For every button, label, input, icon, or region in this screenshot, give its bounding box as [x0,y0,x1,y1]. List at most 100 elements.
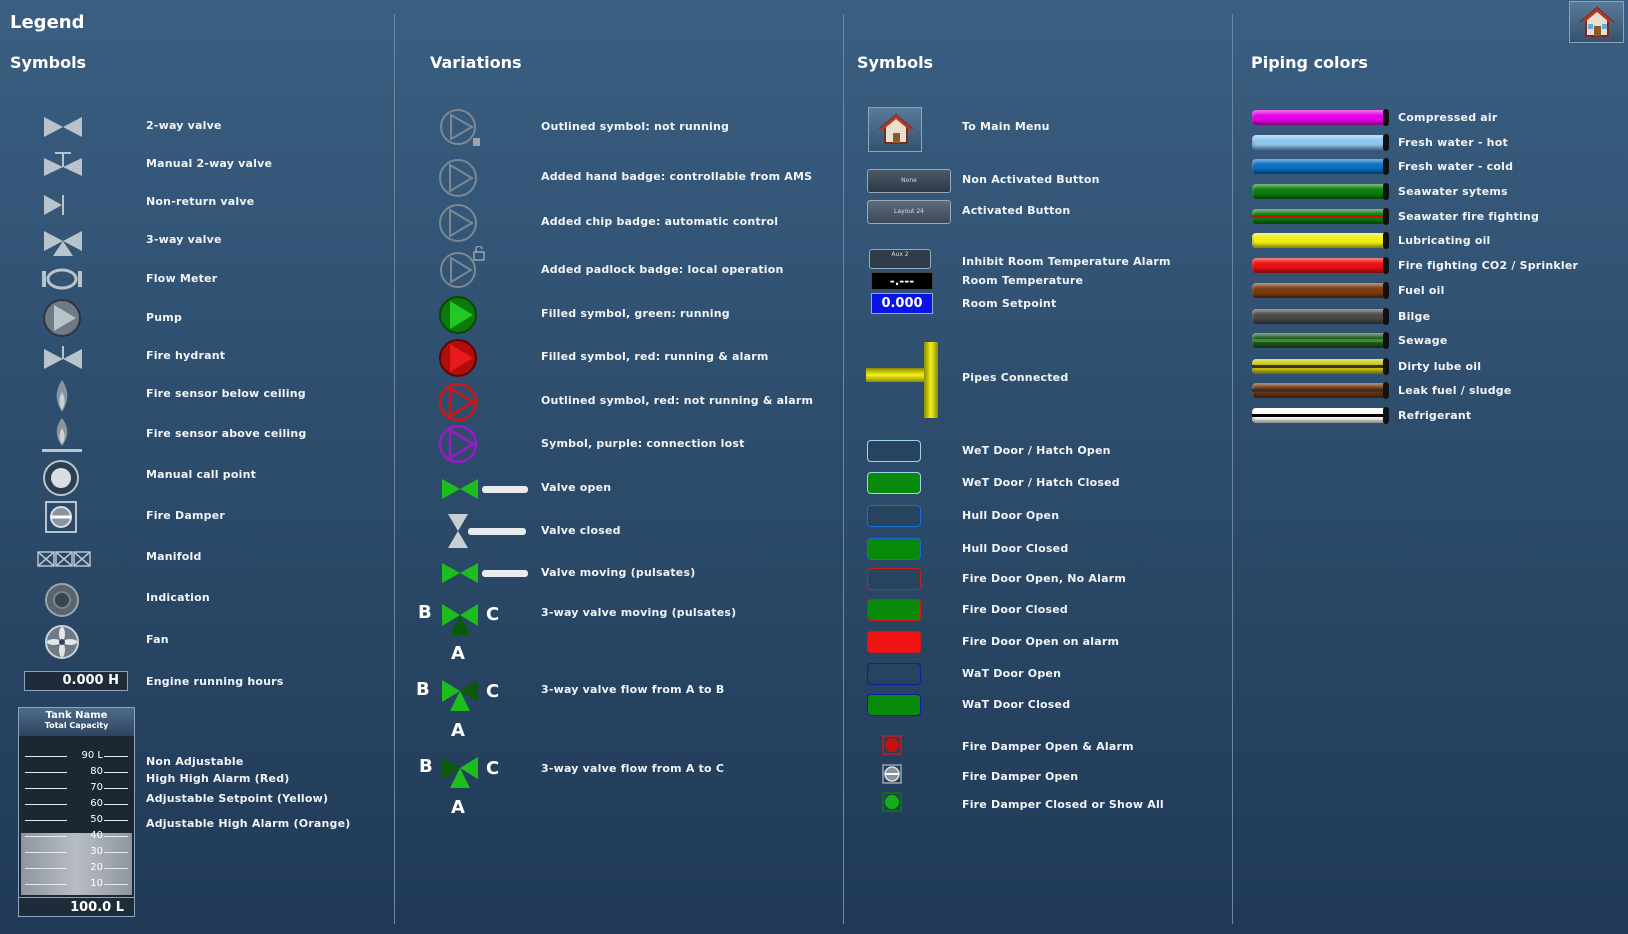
pipe-stripe [1252,365,1386,368]
legend-label: Filled symbol, red: running & alarm [541,350,769,363]
tank-tick-line [104,820,128,821]
tank-tick-line [25,804,67,805]
fire-damper-closed-icon [882,792,902,812]
hull-door-open-swatch [867,505,921,527]
pipe-swatch [1252,282,1389,299]
pump-alarm-red-icon [439,339,477,377]
legend-label: 3-way valve [146,233,222,246]
pump-red-outlined-icon [438,382,478,422]
fire-damper-alarm-icon [882,735,902,755]
tank-value: 100.0 L [19,897,134,916]
legend-label: Filled symbol, green: running [541,307,730,320]
pipe-end-cap [1383,358,1389,375]
activated-button[interactable]: Layout 24 [867,200,951,224]
legend-label: Pipes Connected [962,371,1069,384]
pipe-swatch [1252,407,1389,424]
pipe-stripe [1252,215,1386,218]
pipe-swatch [1252,158,1389,175]
page-title: Legend [10,12,85,33]
tank-tick-line [104,836,128,837]
fire-door-open-swatch [867,568,921,590]
three-way-valve-a-to-c-icon [442,757,478,788]
fire-hydrant-icon [44,346,82,369]
port-a-label: A [451,797,465,818]
inhibit-alarm-button[interactable]: Aux 2 [869,249,931,269]
tank-label: Adjustable Setpoint (Yellow) [146,792,329,805]
pipe-end-cap [1383,109,1389,126]
legend-label: Activated Button [962,204,1071,217]
wet-door-closed-swatch [867,472,921,494]
pipe-end-cap [1383,232,1389,249]
legend-label: Fire Damper Open [962,770,1079,783]
pump-outlined-icon [440,109,480,146]
pipe-swatch [1252,332,1389,349]
tank-label: High High Alarm (Red) [146,772,290,785]
pipe-swatch [1252,232,1389,249]
valve-closed-icon [448,514,526,548]
tank-label: Adjustable High Alarm (Orange) [146,817,351,830]
legend-label: Manual 2-way valve [146,157,273,170]
legend-label: Symbol, purple: connection lost [541,437,745,450]
legend-label: Non Activated Button [962,173,1100,186]
pipe-stripe [1252,414,1386,417]
fire-damper-icon [45,501,77,533]
tank-tick-line [25,868,67,869]
home-button[interactable] [1569,1,1624,43]
tank-tick-line [25,852,67,853]
pipe-end-cap [1383,183,1389,200]
legend-label: Engine running hours [146,675,284,688]
pipe-swatch [1252,208,1389,225]
pipes-connected-icon [866,342,938,418]
pipe-swatch [1252,257,1389,274]
symbols-header: Symbols [10,53,87,72]
fire-damper-open-icon [882,764,902,784]
tank-tick-line [25,836,67,837]
three-way-valve-a-to-b-icon [442,680,478,711]
tank-tick-label: 70 [90,782,103,793]
legend-label: Room Temperature [962,274,1084,287]
wet-door-open-swatch [867,440,921,462]
legend-label: Hull Door Open [962,509,1060,522]
tank-header: Tank Name Total Capacity [19,708,134,736]
legend-label: Inhibit Room Temperature Alarm [962,255,1171,268]
manual-two-way-valve-icon [44,152,82,176]
tank-tick-label: 80 [90,766,103,777]
tank-tick-label: 60 [90,798,103,809]
pipe-label: Fire fighting CO2 / Sprinkler [1398,259,1579,272]
tank-tick-line [104,852,128,853]
tank-label: Non Adjustable [146,755,244,768]
pipe-stripe [1252,339,1386,342]
valve-moving-icon [442,563,528,583]
pump-running-green-icon [439,296,477,334]
pipe-label: Refrigerant [1398,409,1472,422]
fan-icon [45,625,79,659]
pipe-label: Seawater sytems [1398,185,1508,198]
tank-tick-line [25,756,67,757]
piping-colors-header: Piping colors [1251,53,1368,72]
non-activated-button[interactable]: None [867,169,951,193]
flow-meter-icon [42,268,82,290]
wat-door-closed-swatch [867,694,921,716]
legend-label: 3-way valve flow from A to C [541,762,725,775]
legend-label: Outlined symbol: not running [541,120,730,133]
column-divider [394,14,395,924]
pipe-end-cap [1383,332,1389,349]
pipe-end-cap [1383,382,1389,399]
three-way-valve-moving-icon [442,604,478,635]
pipe-label: Fresh water - hot [1398,136,1508,149]
room-temperature-display: -.--- [871,272,933,290]
pipe-swatch [1252,109,1389,126]
pipe-stripe [1252,389,1386,392]
manual-call-point-icon [43,460,79,496]
tank-tick-line [104,756,128,757]
legend-label: Fire Damper [146,509,225,522]
fire-sensor-above-ceiling-icon [42,418,82,452]
tank-tick-line [25,884,67,885]
tank-tick-line [104,884,128,885]
legend-label: WaT Door Closed [962,698,1071,711]
wat-door-open-swatch [867,663,921,685]
main-menu-button[interactable] [868,107,922,152]
room-setpoint-input[interactable]: 0.000 [871,293,933,314]
legend-label: 3-way valve flow from A to B [541,683,725,696]
pipe-end-cap [1383,257,1389,274]
